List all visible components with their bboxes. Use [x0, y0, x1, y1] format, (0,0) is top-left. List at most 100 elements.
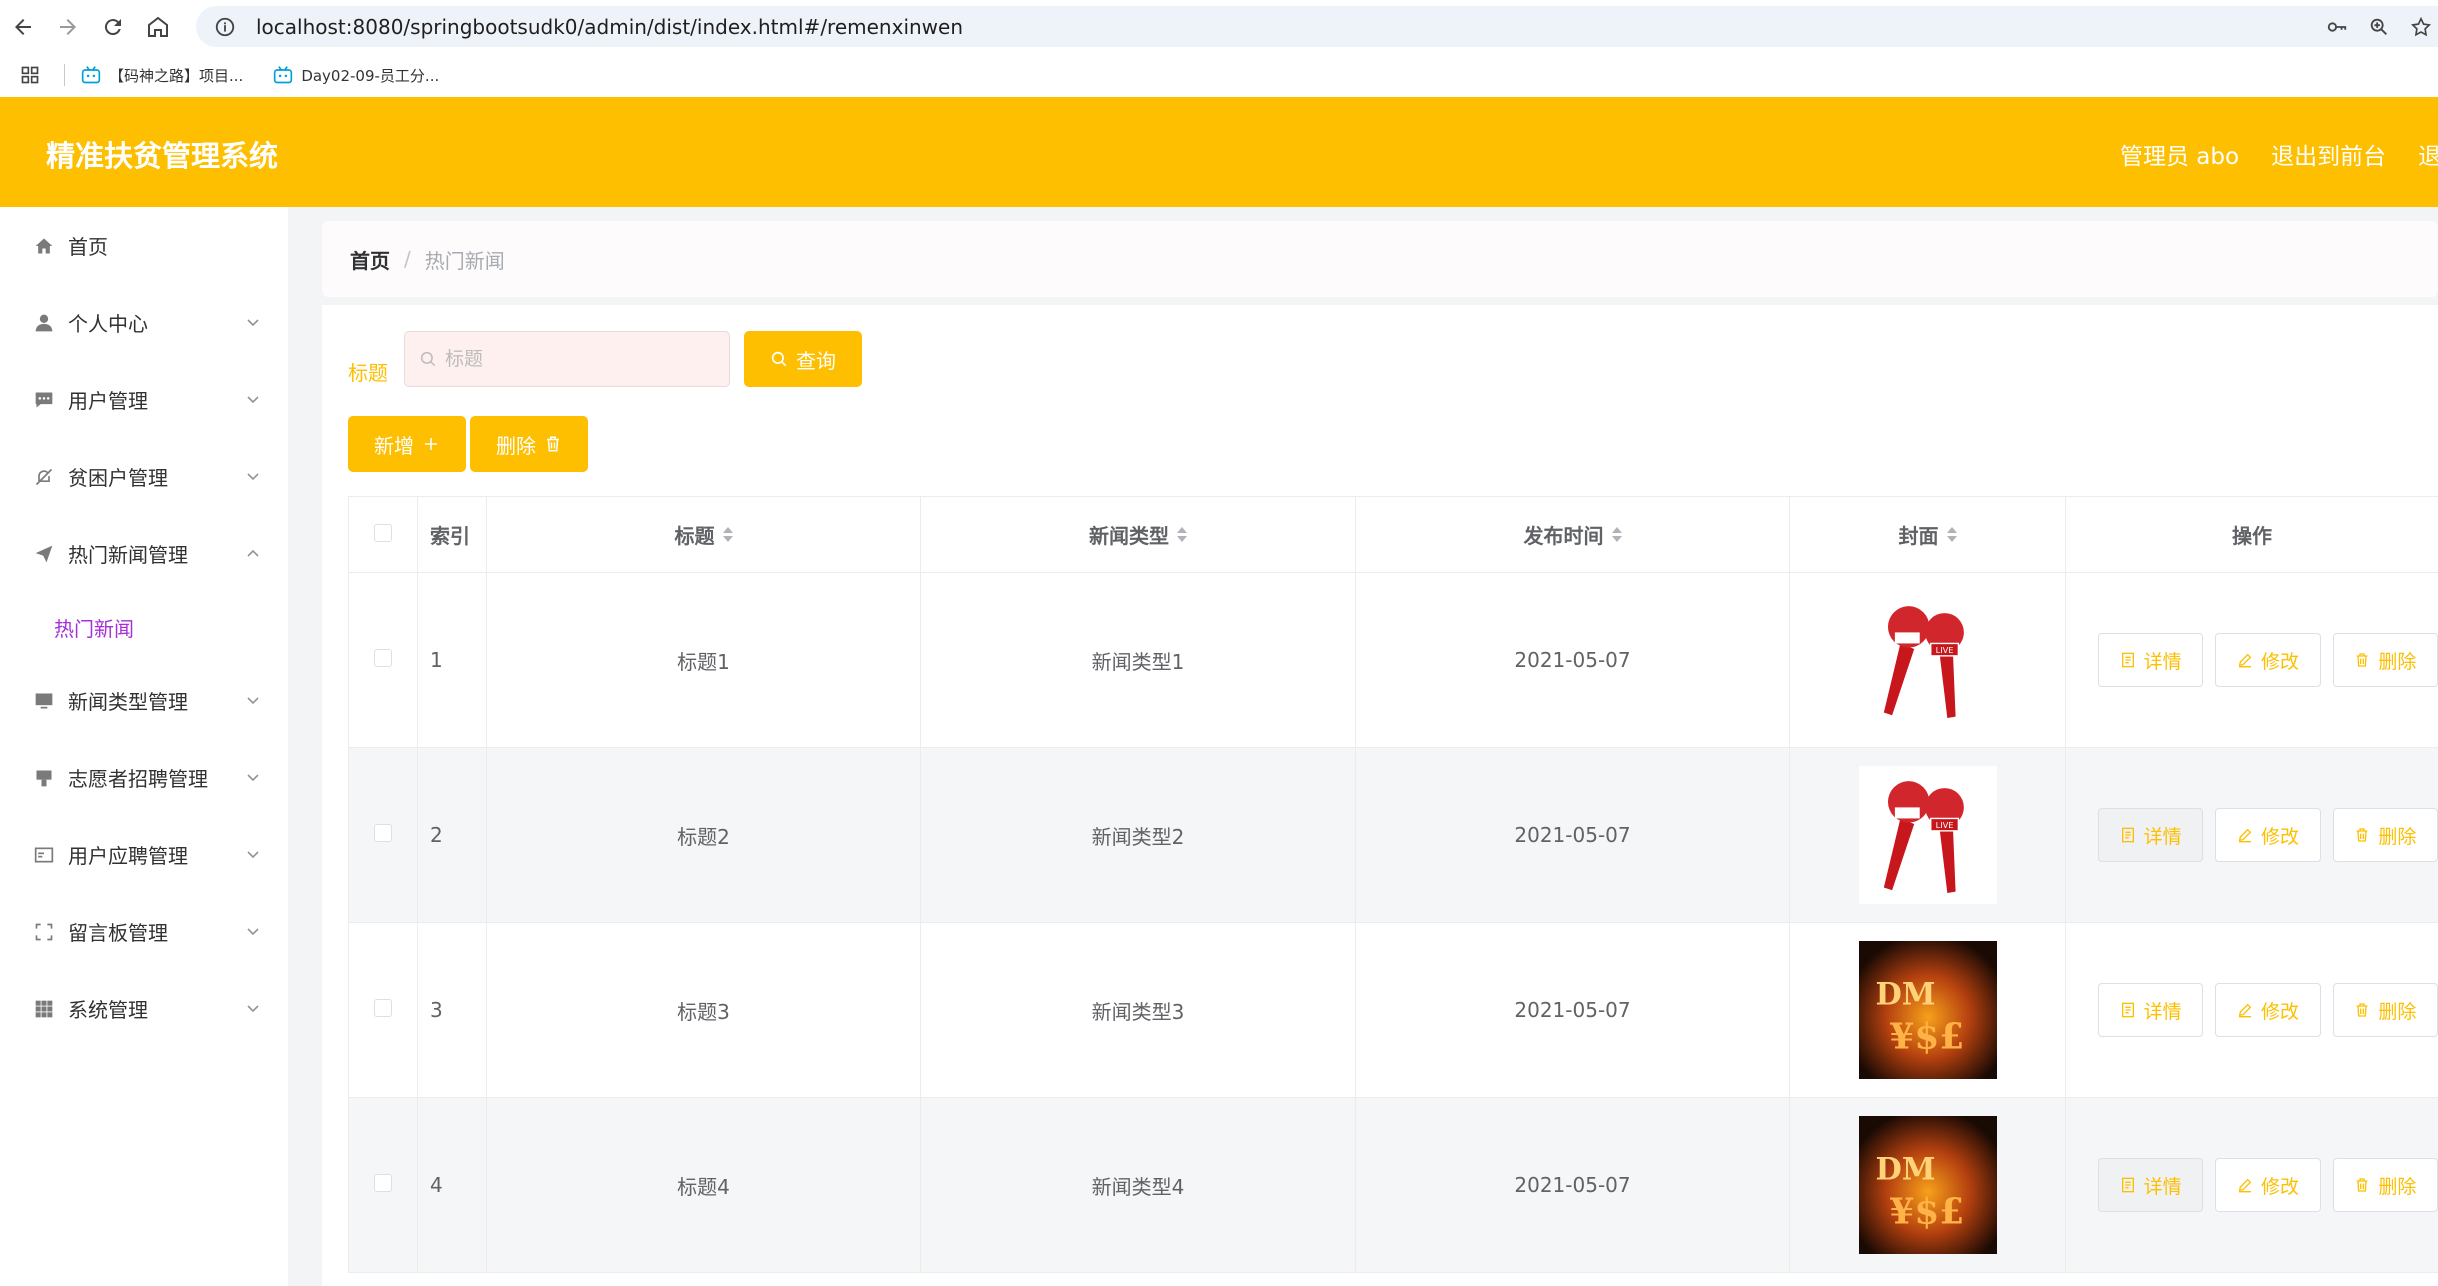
breadcrumb-current: 热门新闻	[424, 248, 505, 273]
sidebar-item-volunteer-recruitment-management[interactable]: 志愿者招聘管理	[0, 739, 288, 816]
cell-index: 2	[417, 747, 487, 923]
detail-button[interactable]: 详情	[2098, 983, 2204, 1037]
url-path: :8080/springbootsudk0/admin/dist/index.h…	[345, 14, 964, 39]
header-cover-label: 封面	[1898, 524, 1939, 548]
document-icon	[2121, 827, 2134, 843]
row-checkbox[interactable]	[374, 999, 392, 1017]
delete-label: 删除	[2378, 825, 2417, 848]
delete-button[interactable]: 删除	[2332, 633, 2438, 687]
app-header: 精准扶贫管理系统 管理员 abo 退出到前台 退出登录	[0, 97, 2438, 207]
sidebar-item-user-application-management[interactable]: 用户应聘管理	[0, 816, 288, 893]
plus-icon	[425, 438, 437, 450]
fullscreen-icon	[34, 922, 54, 942]
cell-operations: 详情 修改 删除	[2065, 747, 2438, 923]
address-bar[interactable]: localhost:8080/springbootsudk0/admin/dis…	[196, 6, 2438, 47]
cell-title: 标题1	[486, 572, 921, 748]
chevron-down-icon	[247, 773, 259, 781]
header-date-label: 发布时间	[1523, 524, 1604, 548]
sidebar-item-personal-center[interactable]: 个人中心	[0, 284, 288, 361]
sidebar-item-message-board-management[interactable]: 留言板管理	[0, 893, 288, 970]
document-icon	[2121, 1002, 2134, 1018]
back-button[interactable]	[0, 0, 45, 53]
detail-label: 详情	[2143, 825, 2182, 848]
edit-button[interactable]: 修改	[2215, 1158, 2321, 1212]
bookmark-item[interactable]: 【码神之路】项目...	[81, 65, 243, 86]
site-info-icon[interactable]	[214, 16, 236, 38]
cell-cover: LIVE	[1789, 572, 2066, 748]
delete-button[interactable]: 删除	[2332, 808, 2438, 862]
header-operations: 操作	[2065, 496, 2438, 573]
detail-button[interactable]: 详情	[2098, 633, 2204, 687]
pencil-icon	[2238, 653, 2252, 668]
header-title[interactable]: 标题	[486, 496, 921, 573]
row-checkbox[interactable]	[374, 1174, 392, 1192]
sidebar-item-system-management[interactable]: 系统管理	[0, 970, 288, 1047]
sort-caret-icon[interactable]	[1177, 527, 1187, 542]
delete-button[interactable]: 删除	[2332, 983, 2438, 1037]
detail-label: 详情	[2143, 1175, 2182, 1198]
cell-operations: 详情 修改 删除	[2065, 572, 2438, 748]
cell-news-type: 新闻类型2	[920, 747, 1356, 923]
add-button[interactable]: 新增	[348, 416, 466, 472]
edit-button[interactable]: 修改	[2215, 808, 2321, 862]
row-checkbox[interactable]	[374, 649, 392, 667]
table-row: 4 标题4 新闻类型4 2021-05-07 DM ¥$£ 详情 修改 删除	[348, 1097, 2438, 1273]
detail-button[interactable]: 详情	[2098, 808, 2204, 862]
detail-button[interactable]: 详情	[2098, 1158, 2204, 1212]
detail-label: 详情	[2143, 1000, 2182, 1023]
svg-text:LIVE: LIVE	[1935, 645, 1953, 655]
select-all-checkbox[interactable]	[374, 523, 392, 542]
pencil-icon	[2238, 1178, 2252, 1193]
edit-button[interactable]: 修改	[2215, 983, 2321, 1037]
forward-button[interactable]	[45, 0, 90, 53]
reload-button[interactable]	[90, 0, 135, 53]
exit-to-front-link[interactable]: 退出到前台	[2271, 137, 2386, 171]
header-news-type[interactable]: 新闻类型	[920, 496, 1356, 573]
sidebar-item-home[interactable]: 首页	[0, 207, 288, 284]
query-button[interactable]: 查询	[744, 331, 862, 387]
cell-publish-time: 2021-05-07	[1355, 572, 1790, 748]
pencil-icon	[2238, 1003, 2252, 1018]
arrow-right-icon	[59, 18, 76, 35]
sort-caret-icon[interactable]	[722, 527, 733, 542]
header-user-area: 管理员 abo 退出到前台 退出登录	[2120, 137, 2438, 171]
batch-delete-button[interactable]: 删除	[470, 416, 588, 472]
arrow-left-icon	[14, 18, 31, 35]
edit-label: 修改	[2260, 650, 2299, 673]
bookmark-star-icon[interactable]	[2410, 16, 2432, 38]
search-input[interactable]	[445, 348, 715, 370]
sort-caret-icon[interactable]	[1946, 527, 1957, 542]
zoom-icon[interactable]	[2368, 16, 2390, 38]
sidebar-item-user-management[interactable]: 用户管理	[0, 361, 288, 438]
trash-icon	[2356, 1003, 2368, 1017]
breadcrumb-home[interactable]: 首页	[350, 245, 390, 274]
apps-grid-icon[interactable]	[20, 65, 40, 85]
password-key-icon[interactable]	[2326, 16, 2348, 38]
row-checkbox[interactable]	[374, 824, 392, 842]
sidebar-subitem-hot-news[interactable]: 热门新闻	[0, 592, 288, 662]
edit-label: 修改	[2260, 1000, 2299, 1023]
home-button[interactable]	[135, 0, 180, 53]
search-field[interactable]	[404, 331, 730, 387]
trash-icon	[2356, 653, 2368, 667]
money-fire-image: DM ¥$£	[1858, 941, 1997, 1079]
bookmark-label: Day02-09-员工分...	[301, 66, 440, 85]
url-text[interactable]: localhost:8080/springbootsudk0/admin/dis…	[256, 15, 963, 39]
sidebar-item-label: 用户管理	[68, 389, 148, 413]
cell-cover: DM ¥$£	[1789, 1097, 2066, 1273]
bookmark-item[interactable]: Day02-09-员工分...	[273, 65, 439, 86]
sidebar-item-label: 系统管理	[68, 998, 148, 1022]
header-publish-time[interactable]: 发布时间	[1355, 496, 1790, 573]
sidebar-item-news-type-management[interactable]: 新闻类型管理	[0, 662, 288, 739]
sidebar-item-hot-news-management[interactable]: 热门新闻管理	[0, 515, 288, 592]
sidebar-item-label: 留言板管理	[68, 921, 168, 945]
delete-button[interactable]: 删除	[2332, 1158, 2438, 1212]
pencil-icon	[2238, 828, 2252, 843]
logout-link[interactable]: 退出登录	[2418, 137, 2438, 171]
sidebar-item-label: 志愿者招聘管理	[68, 767, 208, 791]
edit-button[interactable]: 修改	[2215, 633, 2321, 687]
header-cover[interactable]: 封面	[1789, 496, 2066, 573]
printer-icon	[34, 768, 54, 788]
sort-caret-icon[interactable]	[1611, 527, 1622, 542]
sidebar-item-poor-household-management[interactable]: 贫困户管理	[0, 438, 288, 515]
